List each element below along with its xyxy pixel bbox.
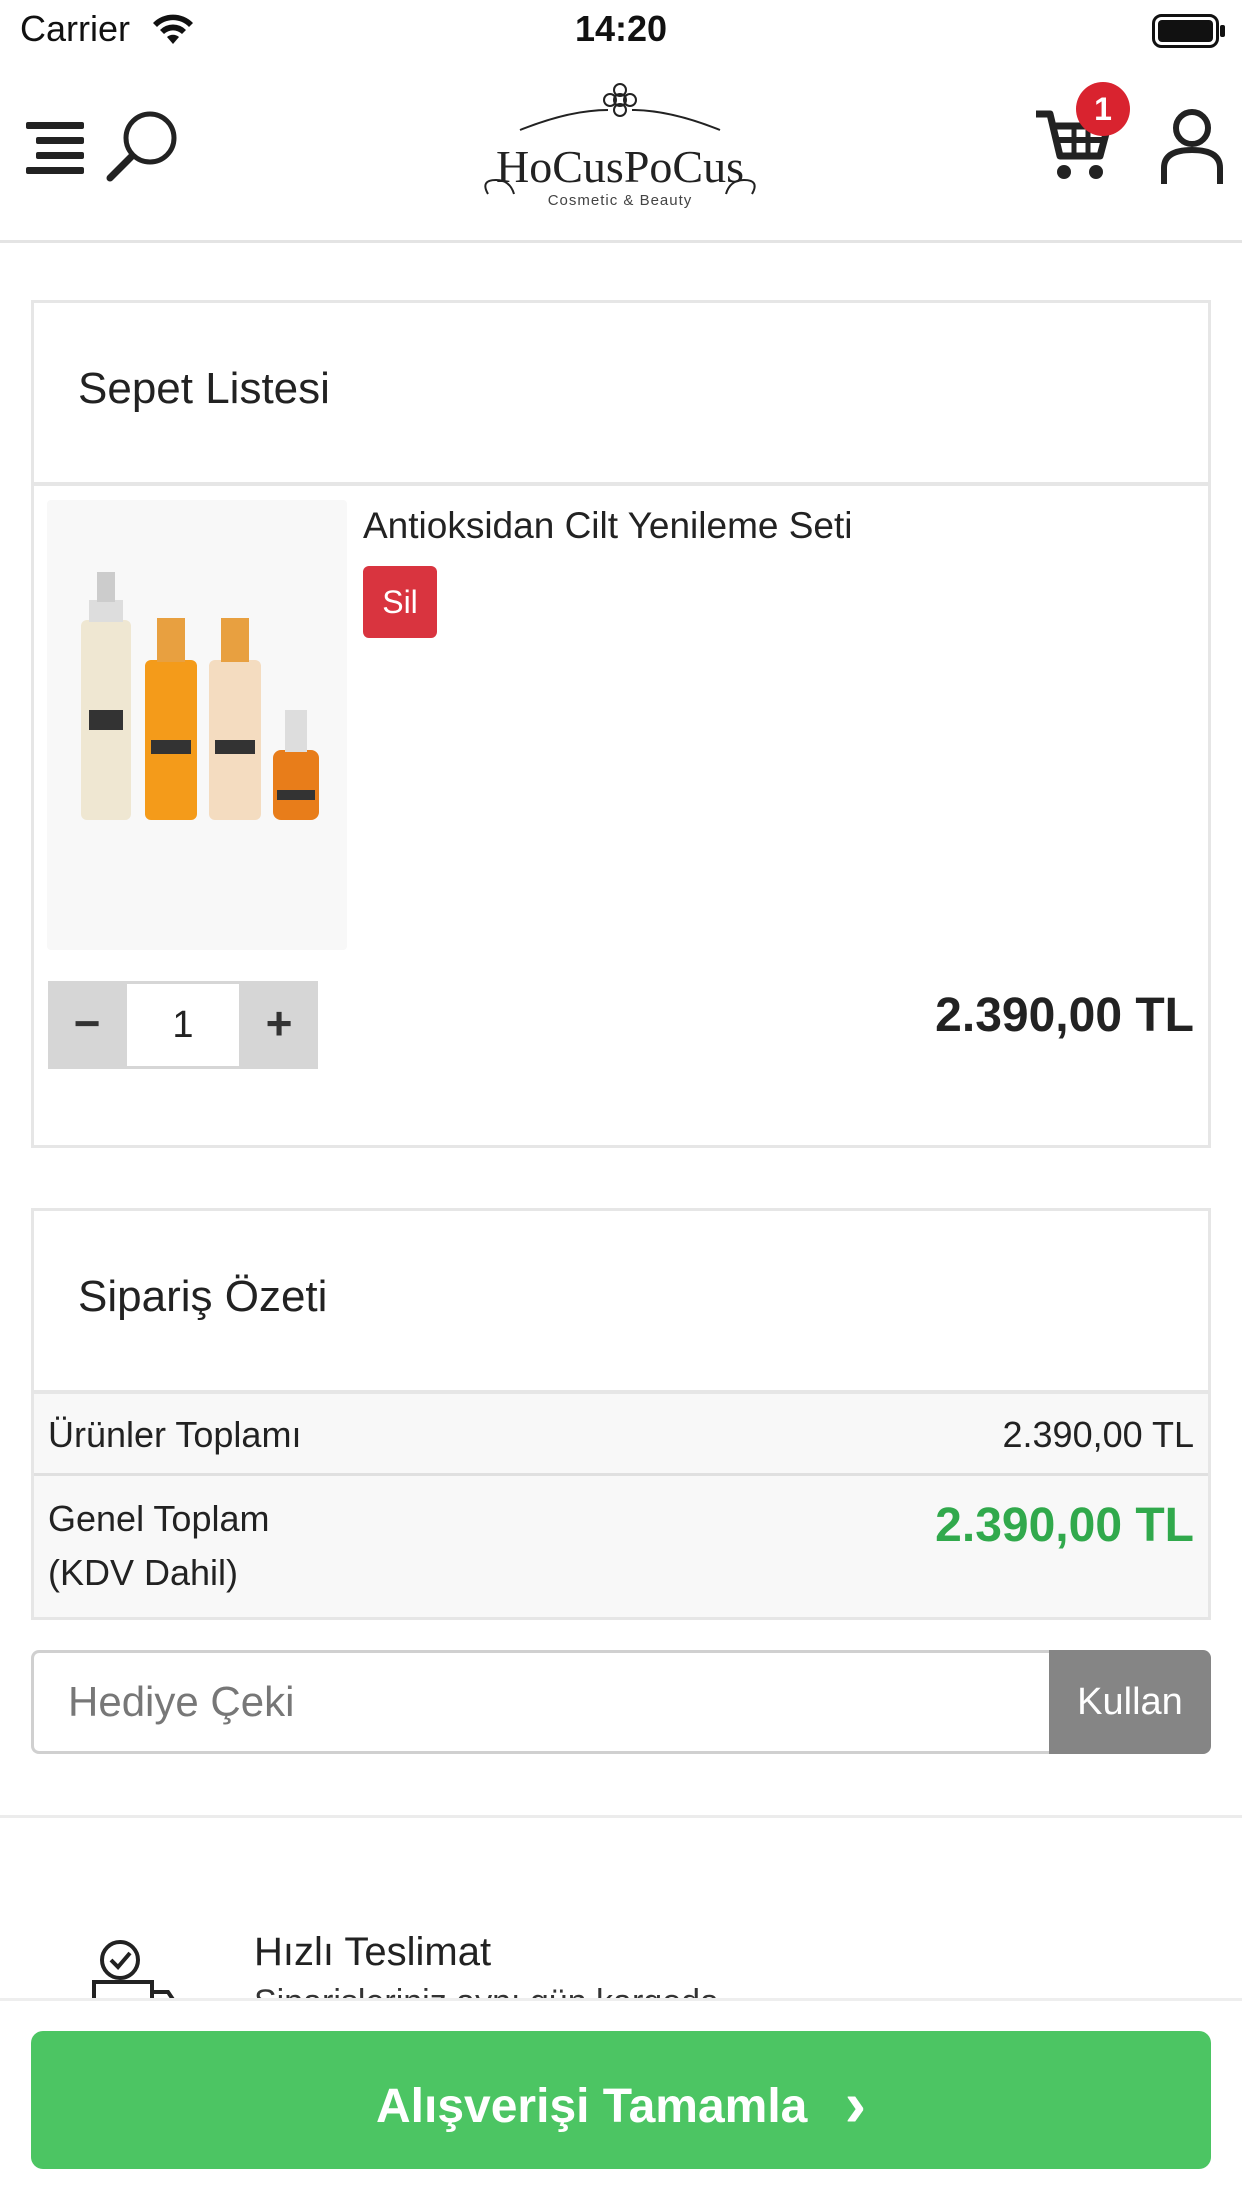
grand-total-vat-label: (KDV Dahil) [48, 1552, 239, 1593]
status-bar: Carrier 14:20 [0, 0, 1242, 62]
battery-icon [1152, 14, 1225, 48]
subtotal-value: 2.390,00 TL [1002, 1414, 1195, 1455]
logo-subtitle: Cosmetic & Beauty [547, 192, 693, 209]
app-header: HoCusPoCus Cosmetic & Beauty 1 [0, 62, 1242, 243]
delivery-title: Hızlı Teslimat [254, 1930, 492, 1974]
grand-total-value: 2.390,00 TL [935, 1499, 1194, 1552]
grand-total-label: Genel Toplam [48, 1498, 270, 1539]
product-name[interactable]: Antioksidan Cilt Yenileme Seti [363, 505, 853, 547]
chevron-right-icon: › [844, 2068, 866, 2140]
apply-voucher-button[interactable]: Kullan [1049, 1650, 1211, 1754]
checkout-button[interactable]: Alışverişi Tamamla › [31, 2031, 1211, 2169]
subtotal-label: Ürünler Toplamı [48, 1414, 302, 1455]
product-bottles-illustration [81, 572, 319, 820]
delete-button[interactable]: Sil [363, 566, 437, 638]
increase-quantity-button[interactable]: + [240, 981, 318, 1069]
summary-title: Sipariş Özeti [78, 1272, 328, 1321]
clock: 14:20 [574, 8, 668, 49]
checkout-label: Alışverişi Tamamla [376, 2080, 808, 2133]
subtotal-row: Ürünler Toplamı 2.390,00 TL [34, 1394, 1208, 1476]
decrease-quantity-button[interactable]: − [48, 981, 126, 1069]
product-image[interactable] [47, 500, 347, 950]
cart-title: Sepet Listesi [78, 364, 330, 413]
user-icon[interactable] [1160, 106, 1224, 186]
quantity-input[interactable]: 1 [127, 984, 239, 1066]
gift-voucher-input[interactable]: Hediye Çeki [31, 1650, 1051, 1754]
cart-divider [31, 482, 1211, 486]
item-price: 2.390,00 TL [935, 989, 1194, 1042]
delivery-subtitle: Siparişleriniz aynı gün kargoda [254, 1985, 954, 1999]
logo-text: HoCusPoCus [496, 141, 744, 192]
menu-icon[interactable] [26, 118, 84, 176]
grand-total-row: Genel Toplam (KDV Dahil) 2.390,00 TL [34, 1476, 1208, 1617]
cart-badge: 1 [1076, 82, 1130, 136]
search-icon[interactable] [104, 108, 180, 184]
section-divider [0, 1815, 1242, 1818]
